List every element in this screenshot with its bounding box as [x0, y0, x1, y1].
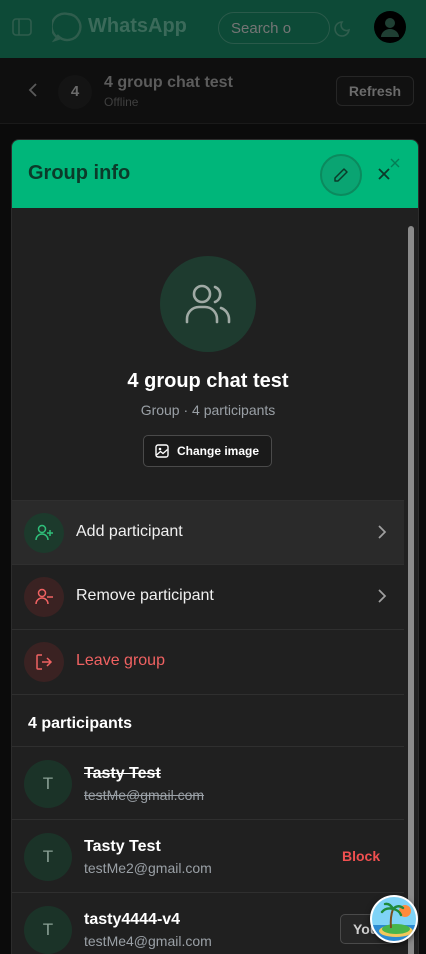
app-bar: WhatsApp: [0, 0, 426, 58]
participant-email: testMe4@gmail.com: [84, 933, 212, 949]
users-icon: [185, 284, 231, 324]
participant-name: Tasty Test: [84, 765, 161, 782]
close-secondary-icon[interactable]: [390, 158, 400, 168]
modal-header: Group info: [12, 140, 418, 208]
image-icon: [155, 444, 169, 458]
app-brand: WhatsApp: [88, 15, 187, 37]
participants-header: 4 participants: [12, 694, 404, 746]
participants-count: 4 participants: [28, 715, 133, 732]
chat-title: 4 group chat test: [104, 74, 233, 91]
participant-email: testMe@gmail.com: [84, 787, 205, 803]
chat-avatar: 4: [58, 75, 92, 109]
remove-participant-row[interactable]: Remove participant: [12, 564, 404, 628]
remove-participant-label: Remove participant: [76, 587, 214, 604]
group-avatar: [160, 256, 256, 352]
add-participant-label: Add participant: [76, 523, 183, 540]
avatar: T: [24, 906, 72, 954]
avatar: T: [24, 760, 72, 808]
search-input[interactable]: [218, 12, 330, 44]
scrollbar[interactable]: [408, 226, 414, 954]
participant-name: Tasty Test: [84, 838, 161, 855]
participant-email: testMe2@gmail.com: [84, 860, 212, 876]
group-name: 4 group chat test: [127, 370, 289, 392]
moon-icon[interactable]: [334, 18, 354, 38]
participant-name: tasty4444-v4: [84, 911, 181, 928]
chevron-right-icon: [378, 525, 387, 539]
modal-title: Group info: [28, 162, 131, 184]
avatar: T: [24, 833, 72, 881]
pencil-icon: [334, 168, 348, 182]
leave-group-row[interactable]: Leave group: [12, 629, 404, 693]
island-badge-icon[interactable]: [370, 895, 418, 943]
sidebar-toggle-icon[interactable]: [12, 18, 32, 36]
leave-group-label: Leave group: [76, 652, 165, 669]
whatsapp-logo-icon: [52, 12, 82, 43]
participant-row[interactable]: T Tasty Test testMe2@gmail.com Block: [12, 819, 404, 892]
add-participant-row[interactable]: Add participant: [12, 500, 404, 564]
chat-status: Offline: [104, 95, 139, 109]
logout-icon: [24, 642, 64, 682]
back-icon[interactable]: [26, 82, 42, 98]
chat-header: 4 4 group chat test Offline Refresh: [0, 58, 426, 124]
refresh-button[interactable]: Refresh: [336, 76, 414, 106]
group-subtitle: Group · 4 participants: [140, 402, 276, 418]
participant-row[interactable]: T tasty4444-v4 testMe4@gmail.com You: [12, 892, 404, 954]
edit-button[interactable]: [320, 154, 362, 196]
change-image-button[interactable]: Change image: [143, 435, 272, 467]
user-avatar-icon[interactable]: [374, 11, 406, 43]
user-plus-icon: [24, 513, 64, 553]
block-button[interactable]: Block: [342, 848, 380, 864]
user-minus-icon: [24, 577, 64, 617]
change-image-label: Change image: [177, 444, 260, 458]
chevron-right-icon: [378, 589, 387, 603]
group-info-modal: Group info 4 group chat test Group · 4 p…: [11, 139, 419, 954]
participant-row[interactable]: T Tasty Test testMe@gmail.com: [12, 746, 404, 819]
